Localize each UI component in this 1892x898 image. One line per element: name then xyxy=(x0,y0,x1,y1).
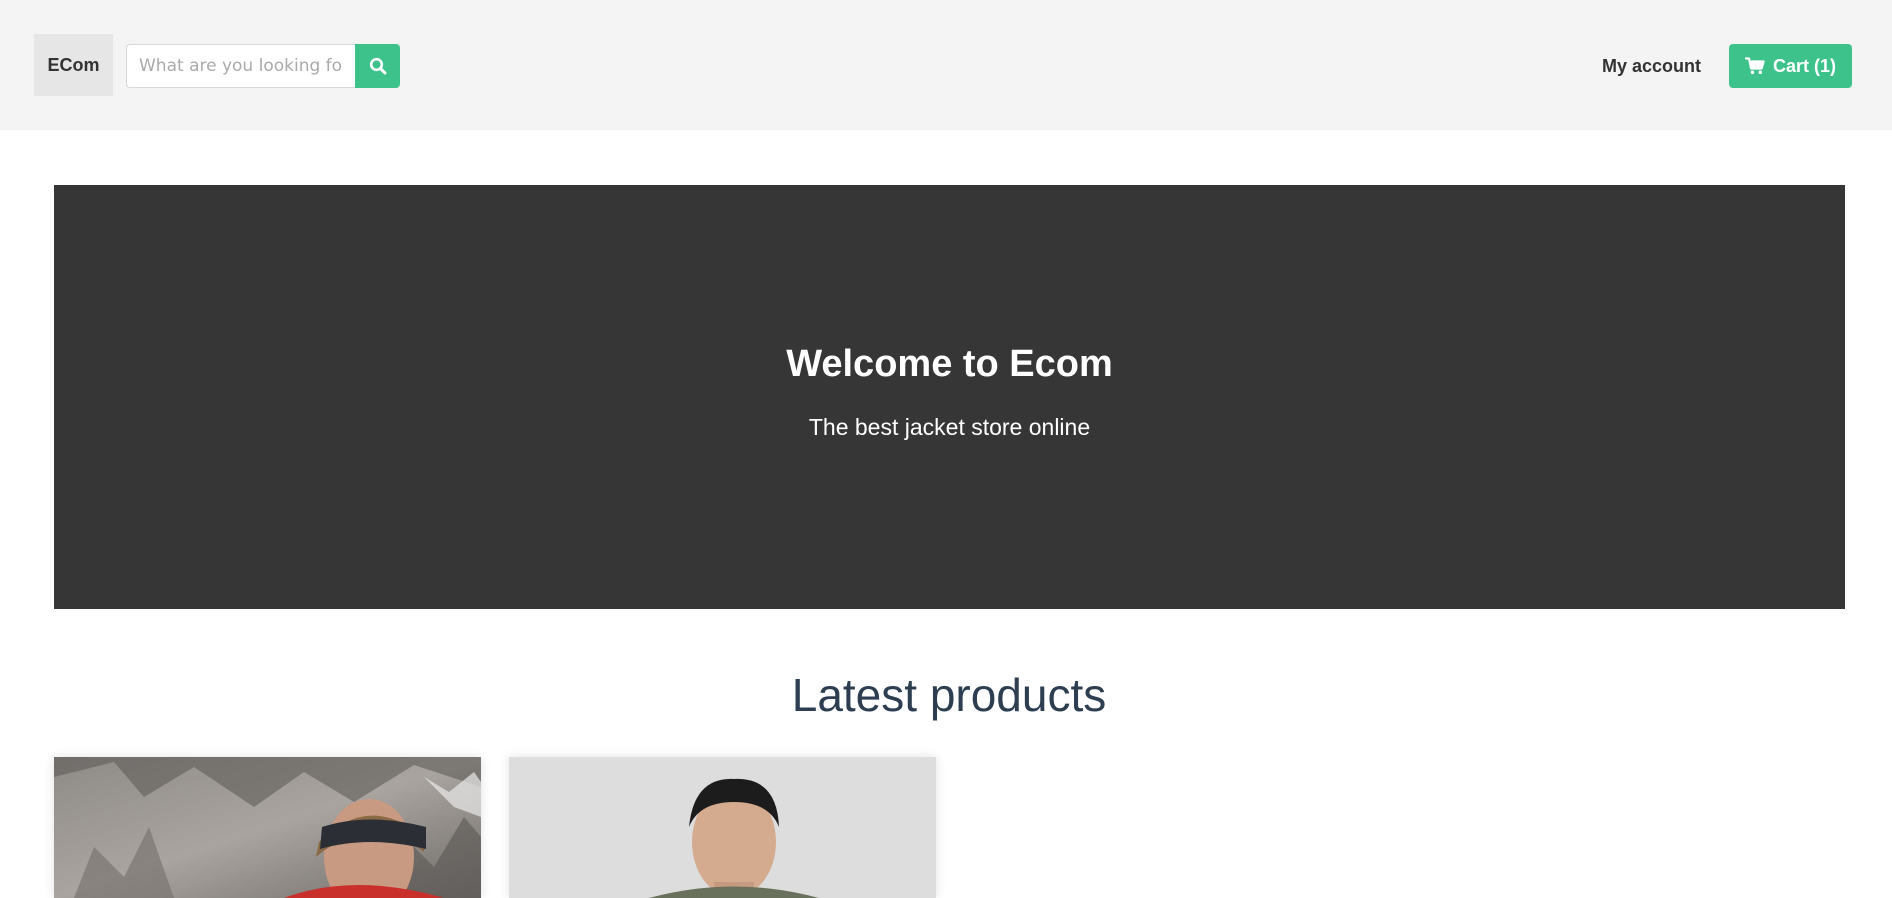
product-card[interactable] xyxy=(54,757,481,898)
search-button[interactable] xyxy=(355,44,400,88)
my-account-link[interactable]: My account xyxy=(1602,52,1701,80)
product-image xyxy=(509,757,936,898)
cart-icon xyxy=(1744,57,1765,75)
top-navbar: ECom My account Cart (1) xyxy=(0,0,1892,130)
search-input[interactable] xyxy=(126,44,355,88)
hero-banner: Welcome to Ecom The best jacket store on… xyxy=(54,185,1845,609)
product-image xyxy=(54,757,481,898)
latest-products-title: Latest products xyxy=(791,669,1107,721)
hero-subtitle: The best jacket store online xyxy=(808,414,1091,440)
search-form xyxy=(126,44,400,88)
product-card[interactable] xyxy=(509,757,936,898)
search-icon xyxy=(369,57,386,75)
cart-label: Cart (1) xyxy=(1772,55,1836,76)
brand-logo-link[interactable]: ECom xyxy=(34,34,113,96)
hero-title: Welcome to Ecom xyxy=(786,343,1113,385)
cart-button[interactable]: Cart (1) xyxy=(1729,44,1852,88)
